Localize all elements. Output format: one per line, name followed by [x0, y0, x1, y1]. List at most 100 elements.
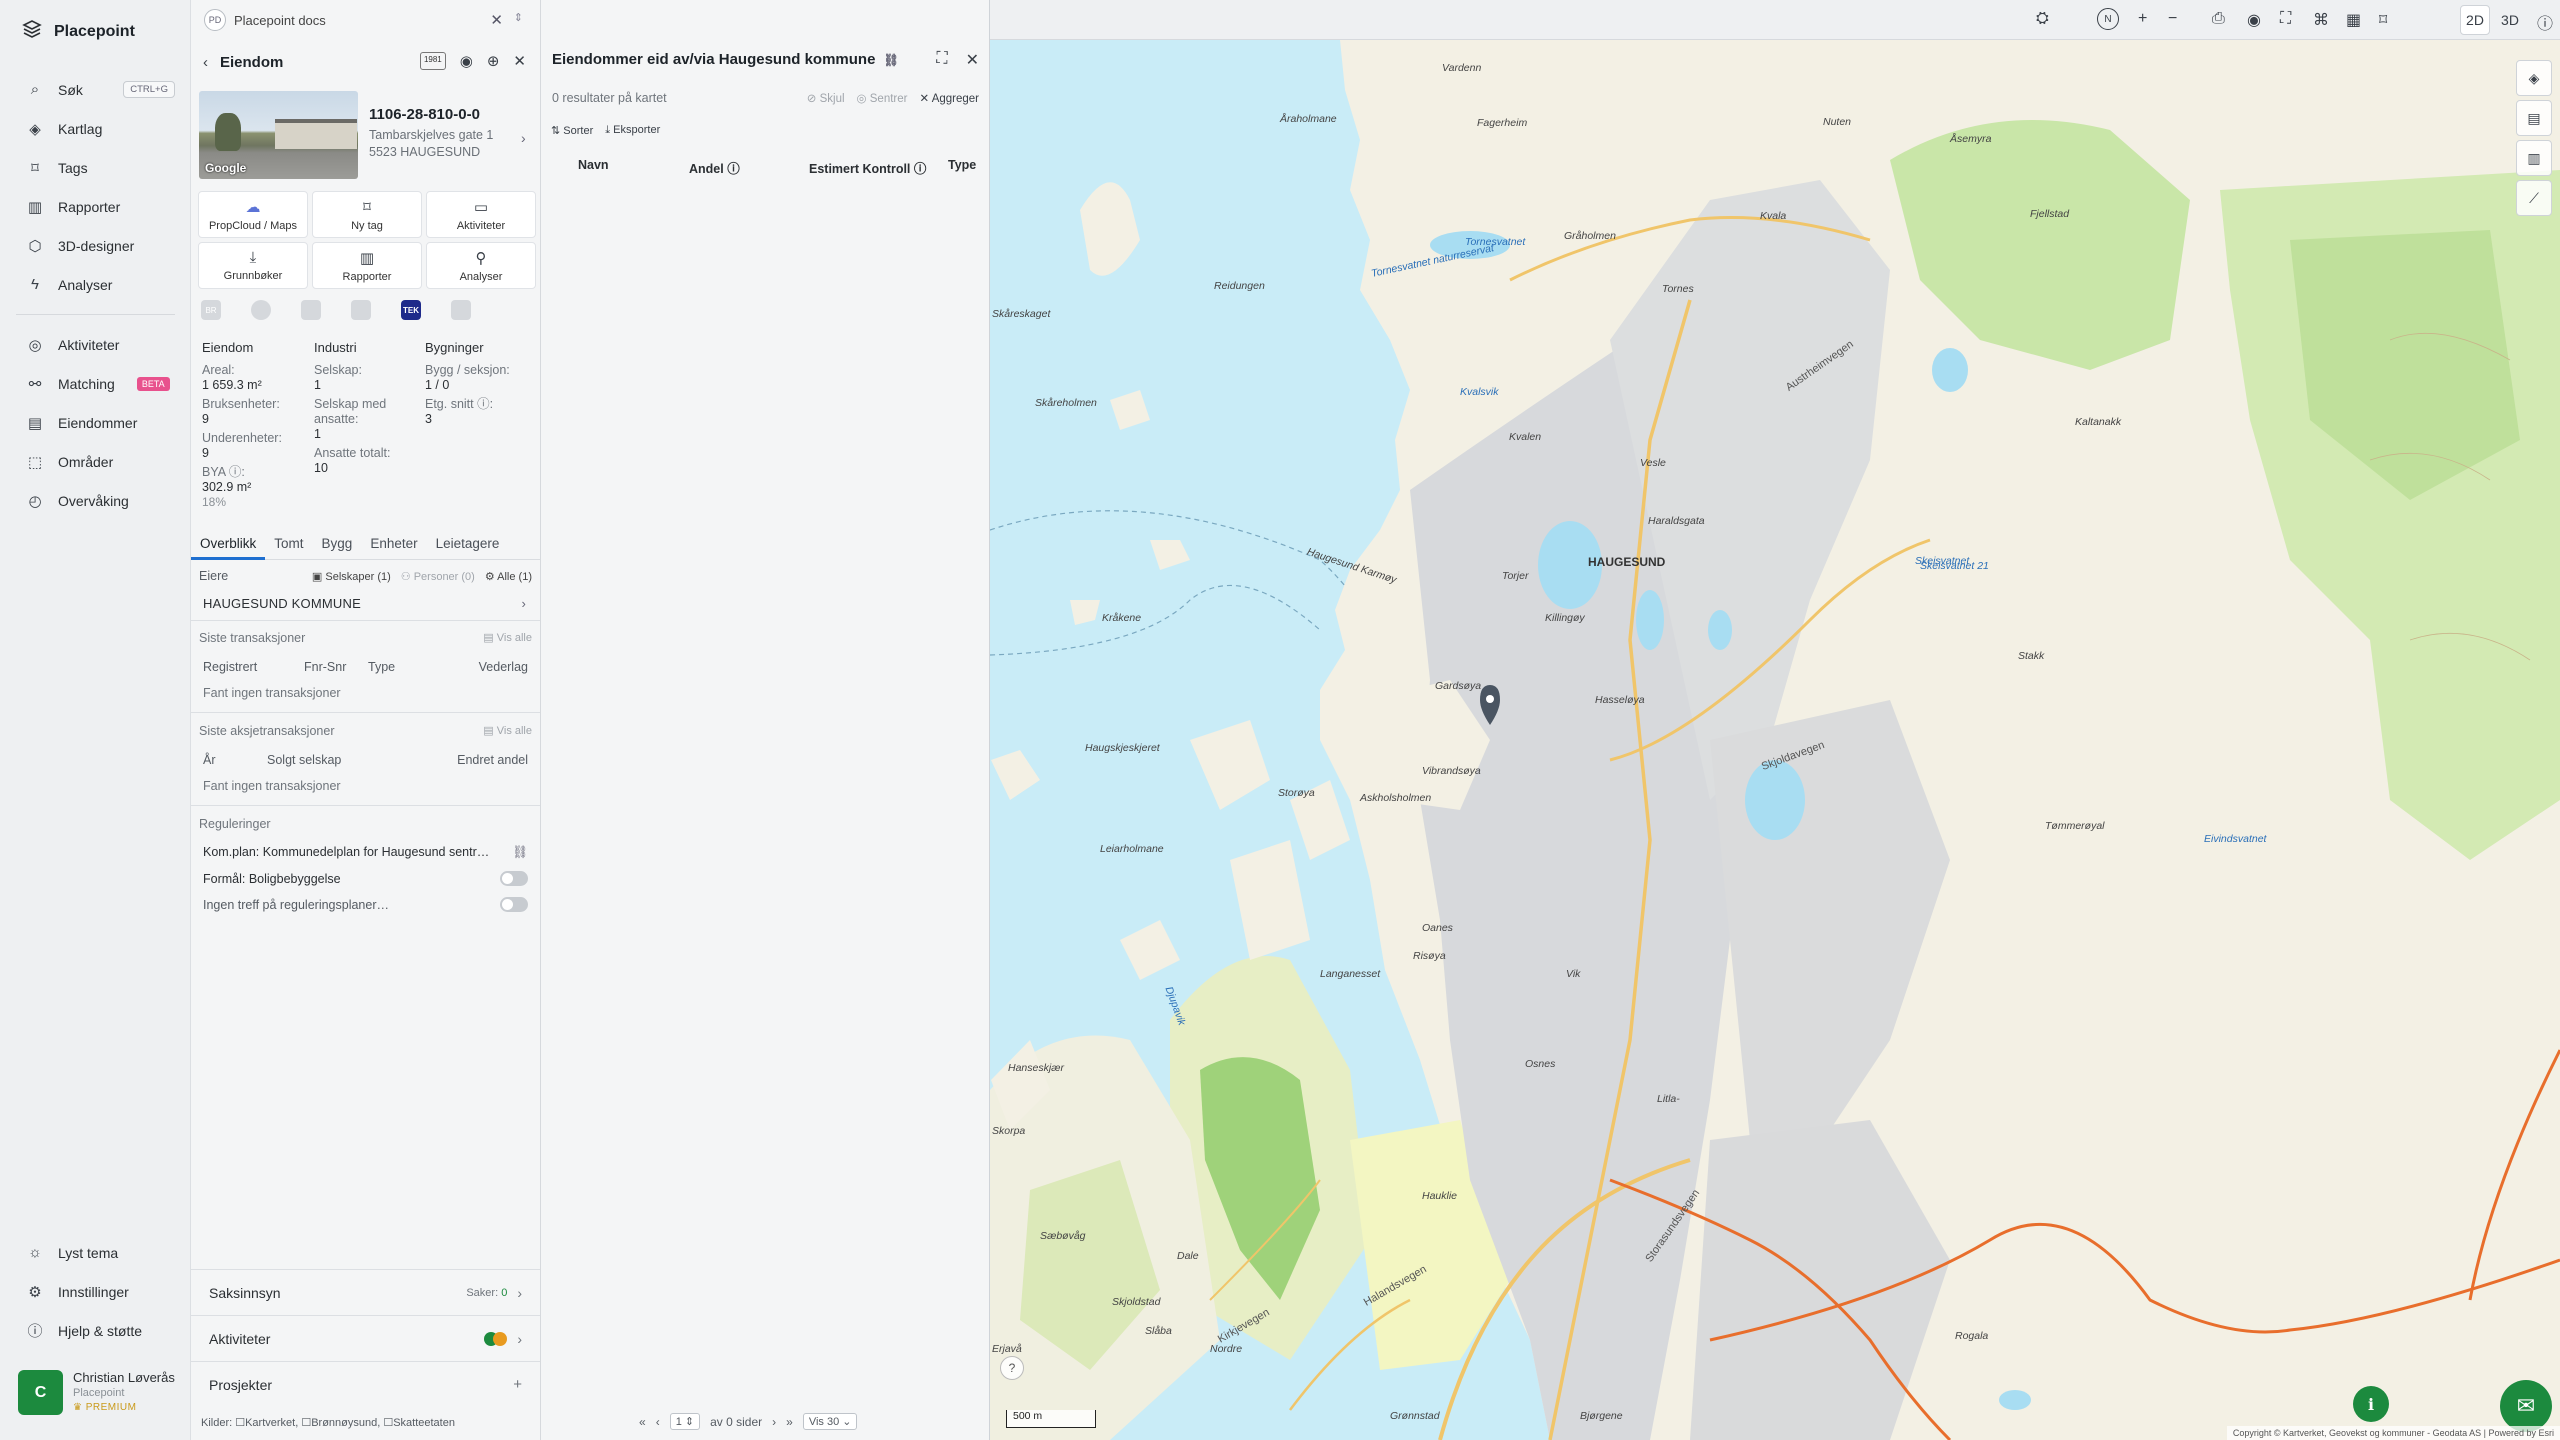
nav-item-aktiviteter[interactable]: ◎ Aktiviteter [0, 325, 191, 364]
year-tag[interactable]: 1981 [419, 52, 446, 70]
center-button[interactable]: ◎ Sentrer [857, 91, 908, 105]
nav-item-omrader[interactable]: ⬚ Områder [0, 442, 191, 481]
property-address[interactable]: 1106-28-810-0-0 Tambarskjelves gate 1 55… [369, 106, 493, 161]
home-source-icon[interactable] [451, 300, 471, 320]
analyses-button[interactable]: ⚲ Analyser [426, 242, 536, 289]
tab-leietagere[interactable]: Leietagere [427, 532, 509, 559]
button-label: Aggreger [931, 93, 979, 105]
link-icon[interactable]: ⛓ [884, 53, 899, 67]
basemap-button[interactable]: ▤ [2516, 100, 2552, 136]
mode-3d-button[interactable]: 3D [2495, 5, 2525, 35]
bookmark-icon[interactable]: ⌑ [2379, 10, 2387, 30]
tab-tomt[interactable]: Tomt [265, 532, 312, 559]
tab-overblikk[interactable]: Overblikk [191, 532, 266, 560]
first-page-icon[interactable]: « [639, 1415, 646, 1429]
hide-button[interactable]: ⊘ Skjul [807, 91, 845, 105]
last-page-icon[interactable]: » [786, 1415, 793, 1429]
nav-item-3d-designer[interactable]: ⬡ 3D-designer [0, 226, 191, 265]
filter-companies[interactable]: ▣ Selskaper (1) [312, 570, 391, 583]
nav-item-analyser[interactable]: ϟ Analyser [0, 265, 191, 304]
column-header-kontroll[interactable]: Estimert Kontroll ⓘ [809, 158, 948, 177]
nav-item-tags[interactable]: ⌑ Tags [0, 148, 191, 187]
close-icon[interactable]: ✕ [513, 52, 526, 70]
camera-icon[interactable]: ⌘ [2313, 10, 2329, 30]
page-input[interactable]: 1 ⇕ [669, 1413, 701, 1430]
help-icon[interactable]: ? [1000, 1356, 1024, 1380]
compass-icon[interactable]: N [2097, 8, 2119, 30]
eye-icon[interactable]: ◉ [460, 52, 473, 70]
expand-icon[interactable]: ⛶ [936, 50, 947, 70]
nav-item-kartlag[interactable]: ◈ Kartlag [0, 109, 191, 148]
saksinnsyn-section[interactable]: Saksinnsyn Saker: 0 › [191, 1269, 540, 1315]
layer-toggle-button[interactable]: ◈ [2516, 60, 2552, 96]
chevron-right-icon[interactable]: › [521, 130, 526, 146]
chat-button[interactable]: ✉ [2500, 1380, 2552, 1432]
sort-button[interactable]: ⇅ Sorter [551, 124, 593, 137]
nav-item-overvaking[interactable]: ◴ Overvåking [0, 481, 191, 520]
purpose-toggle[interactable] [500, 871, 528, 886]
nav-item-hjelp[interactable]: ⓘ Hjelp & støtte [0, 1311, 191, 1350]
nav-item-innstillinger[interactable]: ⚙ Innstillinger [0, 1272, 191, 1311]
activities-button[interactable]: ▭ Aktiviteter [426, 191, 536, 238]
aktiviteter-section[interactable]: Aktiviteter › [191, 1315, 540, 1361]
regulation-toggle[interactable] [500, 897, 528, 912]
bars-source-icon[interactable] [351, 300, 371, 320]
plant-source-icon[interactable] [301, 300, 321, 320]
add-icon[interactable]: + [513, 1376, 522, 1393]
chart-tool-button[interactable]: ▥ [2516, 140, 2552, 176]
mode-2d-button[interactable]: 2D [2460, 5, 2490, 35]
prosjekter-section[interactable]: Prosjekter + [191, 1361, 540, 1407]
eye-icon[interactable]: ◉ [2247, 10, 2261, 30]
owner-row[interactable]: HAUGESUND KOMMUNE › [203, 596, 526, 611]
doc-tab[interactable]: PD Placepoint docs ✕ ⇕ [198, 5, 531, 35]
user-card[interactable]: C Christian Løverås Placepoint ♛ PREMIUM [18, 1370, 175, 1415]
link-icon[interactable]: ⛓ [512, 845, 528, 860]
column-header-andel[interactable]: Andel ⓘ [689, 158, 809, 177]
chevron-updown-icon[interactable]: ⇕ [514, 11, 523, 24]
reports-button[interactable]: ▥ Rapporter [312, 242, 422, 289]
info-button[interactable]: i [2353, 1386, 2389, 1422]
aggregate-button[interactable]: ✕ Aggreger [919, 91, 979, 105]
export-button[interactable]: ⤓ Eksporter [605, 124, 660, 137]
filter-persons[interactable]: ⚇ Personer (0) [401, 570, 475, 583]
br-source-icon[interactable]: BR [201, 300, 221, 320]
zoom-in-icon[interactable]: + [2138, 10, 2147, 28]
new-tag-button[interactable]: ⌑ Ny tag [312, 191, 422, 238]
print-icon[interactable]: ⎙ [2212, 10, 2225, 28]
grid-icon[interactable]: ▦ [2346, 10, 2361, 30]
propcloud-button[interactable]: ☁ PropCloud / Maps [198, 191, 308, 238]
grunnboker-button[interactable]: ⤓ Grunnbøker [198, 242, 308, 289]
section-label: Siste aksjetransaksjoner [199, 724, 335, 738]
nav-item-matching[interactable]: ⚯ Matching BETA [0, 364, 191, 403]
regulation-plan[interactable]: Kom.plan: Kommunedelplan for Haugesund s… [203, 845, 528, 859]
globe-source-icon[interactable] [251, 300, 271, 320]
next-page-icon[interactable]: › [772, 1415, 776, 1429]
nav-item-eiendommer[interactable]: ▤ Eiendommer [0, 403, 191, 442]
nav-item-search[interactable]: ⌕ Søk CTRL+G [0, 70, 191, 109]
zoom-out-icon[interactable]: − [2168, 10, 2177, 28]
fullscreen-icon[interactable]: ⛶ [2280, 10, 2291, 28]
brand[interactable]: Placepoint [22, 20, 135, 43]
measure-button[interactable]: ⟋ [2516, 180, 2552, 216]
add-icon[interactable]: ⊕ [487, 52, 500, 70]
column-header-type[interactable]: Type [948, 158, 976, 177]
info-icon[interactable]: ⓘ [2537, 10, 2553, 34]
prev-page-icon[interactable]: ‹ [656, 1415, 660, 1429]
tab-enheter[interactable]: Enheter [361, 532, 426, 559]
tab-bygg[interactable]: Bygg [313, 532, 362, 559]
per-page-select[interactable]: Vis 30 ⌄ [802, 1413, 858, 1430]
map-canvas[interactable]: Vardenn Åraholmane Fagerheim Nuten Åsemy… [990, 40, 2560, 1440]
nav-item-rapporter[interactable]: ▥ Rapporter [0, 187, 191, 226]
street-view-thumbnail[interactable]: Google [199, 91, 358, 179]
show-all-link[interactable]: ▤ Vis alle [483, 724, 532, 737]
close-icon[interactable]: ✕ [490, 11, 503, 29]
drone-icon[interactable]: ⛭ [2036, 10, 2049, 28]
show-all-link[interactable]: ▤ Vis alle [483, 631, 532, 644]
filter-all[interactable]: ⚙ Alle (1) [485, 570, 532, 583]
empty-share-transactions: Fant ingen transaksjoner [203, 779, 341, 793]
tek-source-icon[interactable]: TEK [401, 300, 421, 320]
nav-item-lyst-tema[interactable]: ☼ Lyst tema [0, 1233, 191, 1272]
column-header-navn[interactable]: Navn [578, 158, 689, 177]
close-icon[interactable]: ✕ [966, 50, 979, 70]
back-icon[interactable]: ‹ [203, 54, 208, 71]
